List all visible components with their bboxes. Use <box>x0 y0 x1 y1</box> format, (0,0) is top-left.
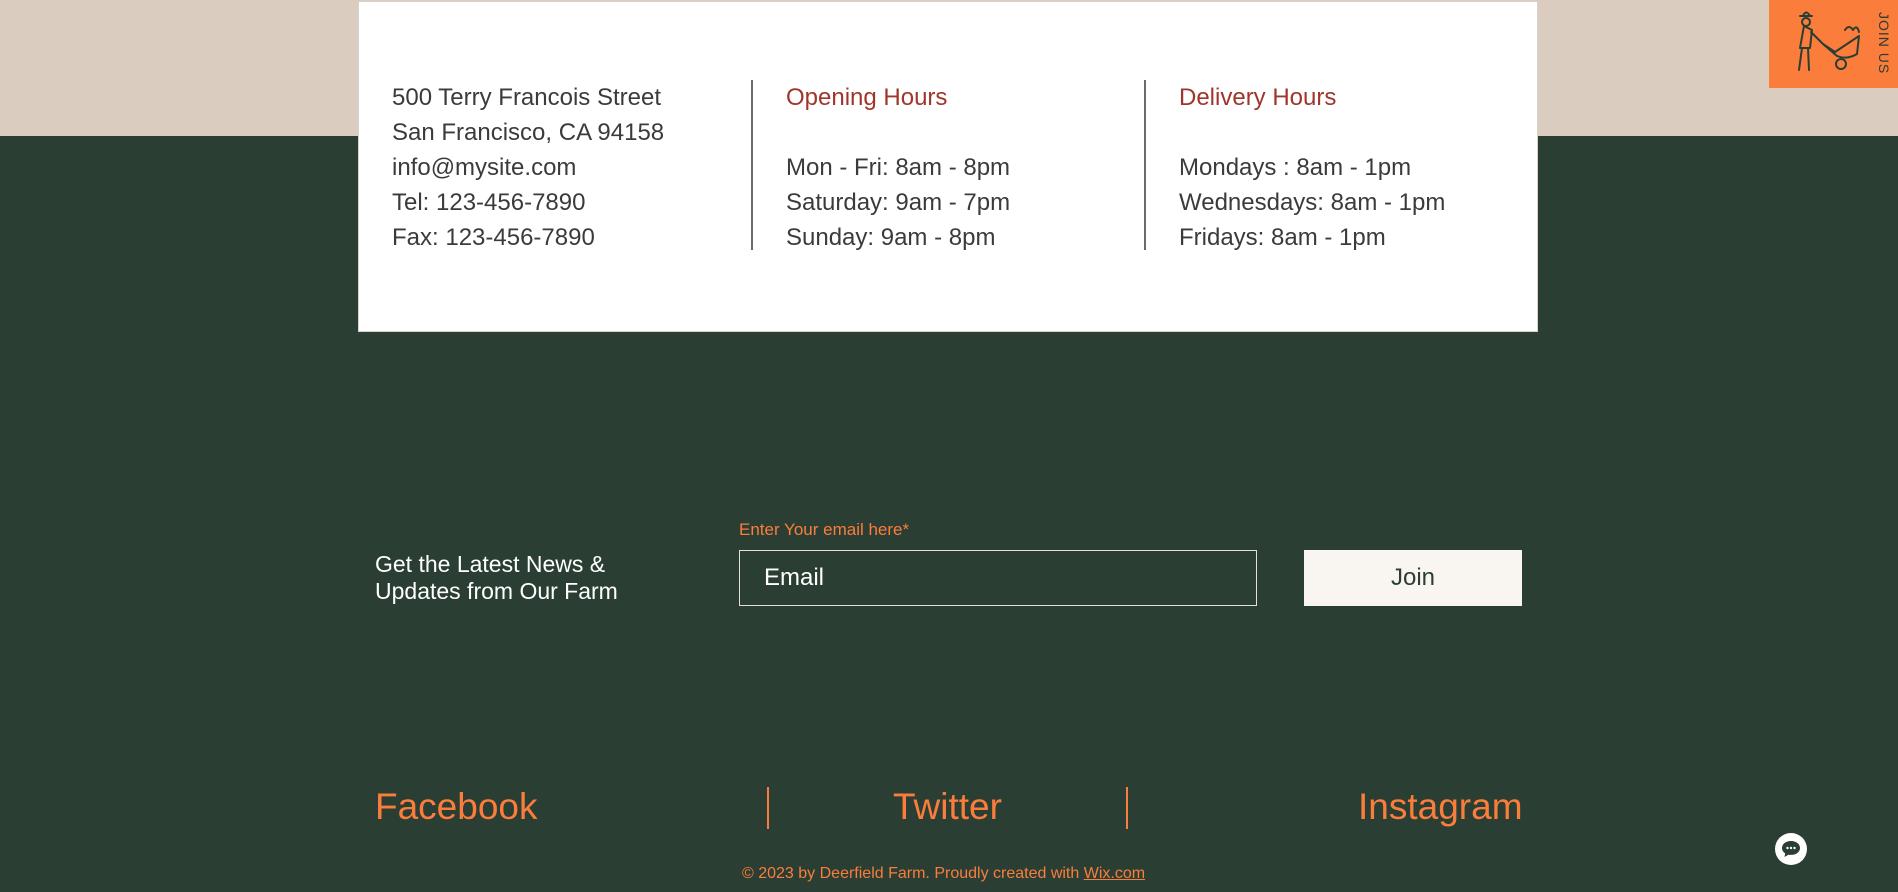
opening-hours-item: Mon - Fri: 8am - 8pm <box>786 154 1011 181</box>
contact-column: 500 Terry Francois Street San Francisco,… <box>392 80 664 255</box>
newsletter-title-line2: Updates from Our Farm <box>375 578 618 604</box>
opening-hours-heading: Opening Hours <box>786 84 948 111</box>
join-button[interactable]: Join <box>1304 550 1522 606</box>
twitter-link[interactable]: Twitter <box>893 786 1002 828</box>
opening-hours-column: Opening Hours Mon - Fri: 8am - 8pm Satur… <box>786 80 1010 255</box>
footer-copyright: © 2023 by Deerfield Farm. Proudly create… <box>742 865 1145 883</box>
join-us-label: JOIN US <box>1876 12 1892 75</box>
delivery-hours-item: Mondays : 8am - 1pm <box>1179 154 1412 181</box>
opening-hours-item: Sunday: 9am - 8pm <box>786 224 996 251</box>
chat-bubble-icon <box>1782 841 1800 857</box>
delivery-hours-item: Fridays: 8am - 1pm <box>1179 224 1386 251</box>
chat-button[interactable] <box>1775 833 1807 865</box>
instagram-link[interactable]: Instagram <box>1358 786 1523 828</box>
contact-tel: Tel: 123-456-7890 <box>392 189 586 216</box>
newsletter-title: Get the Latest News & Updates from Our F… <box>375 551 618 605</box>
column-divider <box>1144 80 1146 250</box>
facebook-link[interactable]: Facebook <box>375 786 538 828</box>
copyright-text: © 2023 by Deerfield Farm. Proudly create… <box>742 865 1084 882</box>
farmer-wheelbarrow-icon <box>1798 11 1860 71</box>
social-divider <box>1126 787 1128 829</box>
delivery-hours-column: Delivery Hours Mondays : 8am - 1pm Wedne… <box>1179 80 1445 255</box>
opening-hours-item: Saturday: 9am - 7pm <box>786 189 1011 216</box>
address-line2: San Francisco, CA 94158 <box>392 119 665 146</box>
info-card: 500 Terry Francois Street San Francisco,… <box>358 1 1538 332</box>
contact-email[interactable]: info@mysite.com <box>392 150 664 185</box>
address-line1: 500 Terry Francois Street <box>392 84 662 111</box>
social-divider <box>767 787 769 829</box>
email-field-label: Enter Your email here* <box>739 520 910 539</box>
delivery-hours-heading: Delivery Hours <box>1179 84 1337 111</box>
wix-link[interactable]: Wix.com <box>1084 865 1145 882</box>
column-divider <box>751 80 753 250</box>
delivery-hours-item: Wednesdays: 8am - 1pm <box>1179 189 1446 216</box>
join-us-button[interactable]: JOIN US <box>1769 0 1898 88</box>
newsletter-title-line1: Get the Latest News & <box>375 551 606 577</box>
email-field[interactable] <box>739 550 1257 606</box>
contact-fax: Fax: 123-456-7890 <box>392 224 595 251</box>
